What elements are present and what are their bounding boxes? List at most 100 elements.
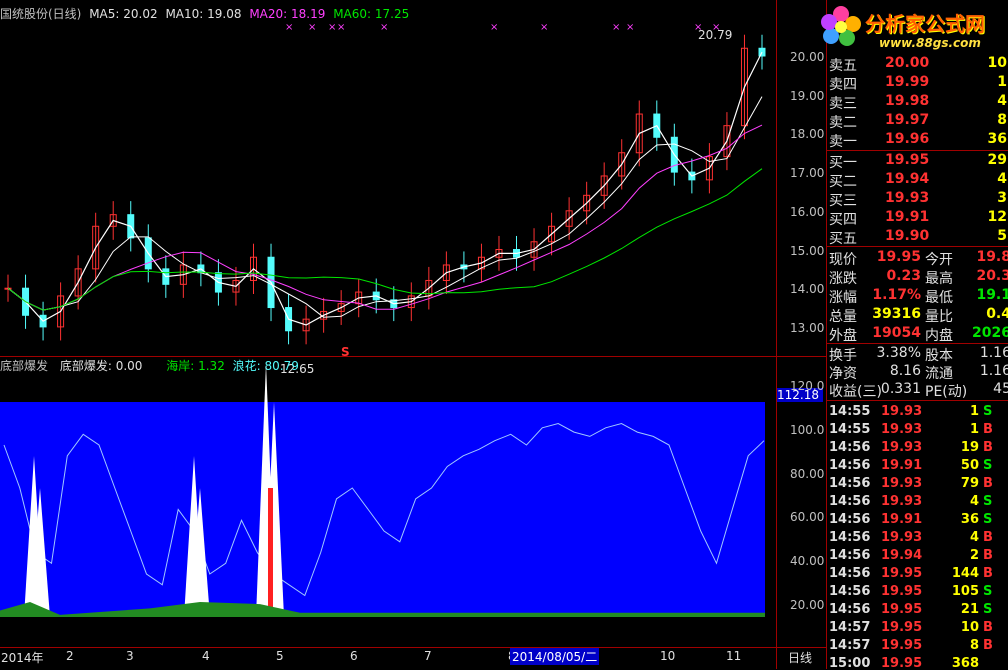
ma5-line xyxy=(7,51,763,326)
signal-x-marker: × xyxy=(540,22,548,33)
stat-value: 0.4 xyxy=(986,306,1008,322)
bid-row-4[interactable]: 买四 19.91 12 xyxy=(827,209,1008,228)
ask-row-1[interactable]: 卖一 19.96 36 xyxy=(827,131,1008,150)
tick-price: 19.93 xyxy=(881,440,923,455)
bid-label: 买四 xyxy=(829,212,857,228)
tick-volume: 1 xyxy=(969,404,979,419)
ask-price: 19.99 xyxy=(885,74,930,90)
tick-side: B xyxy=(983,620,993,635)
indicator-axis-tick: 120.0 xyxy=(790,379,825,393)
tick-volume: 4 xyxy=(969,494,979,509)
ask-row-5[interactable]: 卖五 20.00 10 xyxy=(827,55,1008,74)
stat-row: 总量 39316 量比 0.4 xyxy=(827,306,1008,325)
tick-time: 14:56 xyxy=(829,584,871,599)
tick-time: 14:56 xyxy=(829,458,871,473)
indicator-canvas xyxy=(0,363,765,617)
ask-row-3[interactable]: 卖三 19.98 4 xyxy=(827,93,1008,112)
tick-time: 14:56 xyxy=(829,476,871,491)
tick-time: 14:56 xyxy=(829,548,871,563)
quote-panel: 卖五 20.00 10 卖四 19.99 1 卖三 19.98 4 卖二 19.97 8 卖一 19.96… xyxy=(827,53,1008,669)
ask-volume: 10 xyxy=(987,55,1007,71)
tick-side: B xyxy=(983,476,993,491)
bid-row-2[interactable]: 买二 19.94 4 xyxy=(827,171,1008,190)
indicator-panel[interactable]: 底部爆发 底部爆发: 0.00 海岸: 1.32 浪花: 80.79 xyxy=(0,357,776,647)
finance-label: 换手 xyxy=(829,348,857,364)
stat-label: 涨跌 xyxy=(829,271,857,287)
stat-row: 涨跌 0.23 最高 20.3 xyxy=(827,268,1008,287)
tick-side: S xyxy=(983,602,993,617)
bid-label: 买二 xyxy=(829,174,857,190)
tick-row: 14:56 19.95 144 B xyxy=(827,566,1008,585)
tick-side: B xyxy=(983,422,993,437)
month-label: 11 xyxy=(726,649,742,663)
indicator-fill xyxy=(0,402,765,617)
ask-volume: 4 xyxy=(997,93,1007,109)
tick-time: 14:57 xyxy=(829,638,871,653)
bid-volume: 29 xyxy=(987,152,1007,168)
bid-row-5[interactable]: 买五 19.90 5 xyxy=(827,228,1008,247)
bid-volume: 4 xyxy=(997,171,1007,187)
signal-x-marker: × xyxy=(626,22,634,33)
tick-volume: 144 xyxy=(951,566,979,581)
high-price-label: 20.79 xyxy=(698,28,733,42)
tick-price: 19.95 xyxy=(881,638,923,653)
ask-row-4[interactable]: 卖四 19.99 1 xyxy=(827,74,1008,93)
signal-x-marker: × xyxy=(612,22,620,33)
price-axis-tick: 20.00 xyxy=(790,50,825,64)
price-axis-tick: 14.00 xyxy=(790,282,825,297)
bid-price: 19.90 xyxy=(885,228,930,244)
bid-row-1[interactable]: 买一 19.95 29 xyxy=(827,152,1008,171)
tick-volume: 10 xyxy=(960,620,979,635)
ask-label: 卖四 xyxy=(829,77,857,93)
tick-volume: 4 xyxy=(969,530,979,545)
tick-price: 19.94 xyxy=(881,548,923,563)
tick-time: 15:00 xyxy=(829,656,871,669)
tick-time: 14:56 xyxy=(829,566,871,581)
tick-row: 14:55 19.93 1 S xyxy=(827,404,1008,423)
ask-row-2[interactable]: 卖二 19.97 8 xyxy=(827,112,1008,131)
tick-time: 14:56 xyxy=(829,494,871,509)
month-label: 10 xyxy=(660,649,676,663)
bid-price: 19.91 xyxy=(885,209,930,225)
price-axis-tick: 17.00 xyxy=(790,166,825,181)
finance-value: 1.16 xyxy=(979,363,1008,379)
flower-icon xyxy=(817,2,865,50)
stat-row: 外盘 19054 内盘 2026 xyxy=(827,325,1008,344)
tick-side: B xyxy=(983,566,993,581)
tick-volume: 1 xyxy=(969,422,979,437)
bid-label: 买三 xyxy=(829,193,857,209)
ask-volume: 8 xyxy=(997,112,1007,128)
tick-volume: 2 xyxy=(969,548,979,563)
finance-label: 股本 xyxy=(925,348,953,364)
stat-label: 最低 xyxy=(925,290,953,306)
signal-x-marker: × xyxy=(380,22,388,33)
bid-row-3[interactable]: 买三 19.93 3 xyxy=(827,190,1008,209)
tick-price: 19.91 xyxy=(881,512,923,527)
tick-row: 14:56 19.93 79 B xyxy=(827,476,1008,495)
tick-volume: 79 xyxy=(960,476,979,491)
indicator-axis-tick: 60.00 xyxy=(790,510,825,525)
price-chart[interactable]: 国统股份(日线) MA5: 20.02 MA10: 19.08 MA20: 18… xyxy=(0,0,776,376)
tick-side: S xyxy=(983,584,993,599)
bid-volume: 12 xyxy=(987,209,1007,225)
indicator-axis-tick: 100.0 xyxy=(790,422,825,437)
stat-label: 涨幅 xyxy=(829,290,857,306)
ask-label: 卖三 xyxy=(829,96,857,112)
tick-price: 19.93 xyxy=(881,494,923,509)
period-label[interactable]: 日线 xyxy=(788,649,812,666)
tick-price: 19.95 xyxy=(881,656,923,669)
tick-price: 19.95 xyxy=(881,620,923,635)
tick-time: 14:55 xyxy=(829,404,871,419)
indicator-axis-tick: 20.00 xyxy=(790,598,825,612)
tick-price: 19.93 xyxy=(881,530,923,545)
tick-row: 14:57 19.95 10 B xyxy=(827,620,1008,639)
tick-side: B xyxy=(983,440,993,455)
stat-label: 总量 xyxy=(829,309,857,325)
tick-side: S xyxy=(983,404,993,419)
finance-row: 收益(三) 0.331 PE(动) 45 xyxy=(827,381,1008,400)
tick-row: 14:56 19.93 4 B xyxy=(827,530,1008,549)
time-axis: 2014年 234567891011 2014/08/05/二 日线 xyxy=(0,647,826,670)
price-axis-tick: 13.00 xyxy=(790,320,825,335)
stat-value: 1.17% xyxy=(872,287,921,303)
tick-row: 14:55 19.93 1 B xyxy=(827,422,1008,441)
